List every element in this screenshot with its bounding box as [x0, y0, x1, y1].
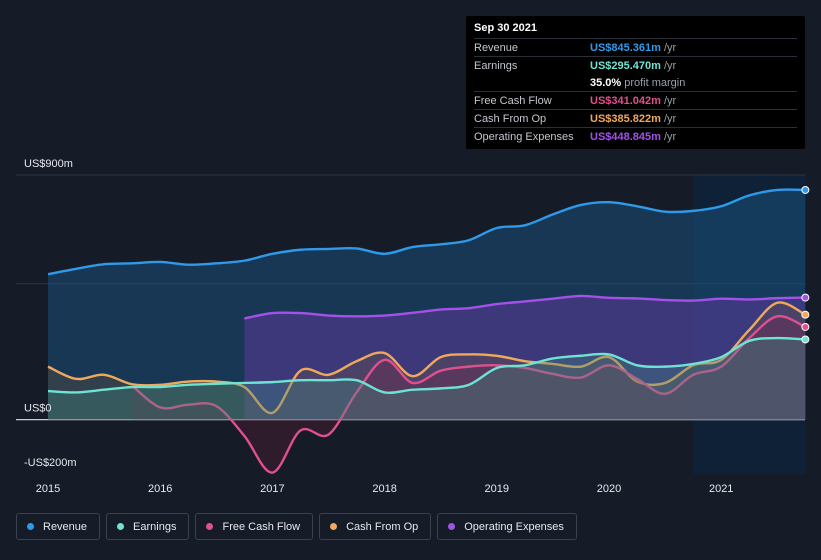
tooltip-row: Cash From Op US$385.822m/yr — [474, 109, 797, 127]
legend-dot-icon — [206, 523, 214, 530]
tooltip-row-unit: /yr — [663, 41, 677, 54]
legend-label: Operating Expenses — [464, 520, 564, 533]
legend-item-earnings[interactable]: Earnings — [106, 513, 190, 540]
tooltip-row: 35.0% profit margin — [474, 74, 797, 91]
legend-label: Cash From Op — [346, 520, 419, 533]
endpoint-earnings — [801, 335, 810, 344]
legend-label: Earnings — [133, 520, 177, 533]
tooltip-row-unit: /yr — [663, 94, 677, 107]
legend-item-revenue[interactable]: Revenue — [16, 513, 101, 540]
tooltip-row: Operating Expenses US$448.845m/yr — [474, 127, 797, 145]
tooltip-row-value: US$341.042m — [590, 94, 661, 107]
tooltip-row-value: US$385.822m — [590, 112, 661, 125]
legend: Revenue Earnings Free Cash Flow Cash From O… — [16, 513, 577, 542]
tooltip-row-label: Free Cash Flow — [474, 94, 552, 107]
legend-label: Revenue — [43, 520, 88, 533]
endpoint-cash-from-op — [801, 310, 810, 319]
tooltip-row-value: 35.0% — [590, 76, 622, 89]
x-tick-label: 2016 — [148, 483, 172, 495]
legend-dot-icon — [448, 523, 456, 530]
x-tick-label: 2018 — [372, 483, 396, 495]
tooltip-row-unit: profit margin — [624, 76, 686, 89]
tooltip-row-value: US$845.361m — [590, 41, 661, 54]
y-tick-label: US$900m — [24, 158, 73, 170]
legend-label: Free Cash Flow — [222, 520, 301, 533]
tooltip-row-unit: /yr — [663, 112, 677, 125]
legend-dot-icon — [117, 523, 125, 530]
endpoint-operating-expenses — [801, 293, 810, 302]
tooltip-row-unit: /yr — [663, 130, 677, 143]
tooltip-row-unit: /yr — [663, 59, 677, 72]
tooltip-row-label: Earnings — [474, 59, 518, 72]
tooltip-row-value: US$295.470m — [590, 59, 661, 72]
tooltip-row-value: US$448.845m — [590, 130, 661, 143]
x-tick-label: 2015 — [36, 483, 60, 495]
x-tick-label: 2021 — [709, 483, 733, 495]
tooltip-row-label: Cash From Op — [474, 112, 547, 125]
tooltip-row-label: Revenue — [474, 41, 519, 54]
x-tick-label: 2019 — [485, 483, 509, 495]
tooltip-row-label: Operating Expenses — [474, 130, 574, 143]
tooltip-row: Earnings US$295.470m/yr — [474, 56, 797, 74]
tooltip-date: Sep 30 2021 — [474, 22, 537, 34]
tooltip-row: Revenue US$845.361m/yr — [474, 38, 797, 56]
endpoint-free-cash-flow — [801, 322, 810, 331]
legend-item-free-cash-flow[interactable]: Free Cash Flow — [195, 513, 314, 540]
tooltip-panel: Sep 30 2021 Revenue US$845.361m/yr Earning… — [466, 16, 805, 149]
endpoint-revenue — [801, 185, 810, 194]
legend-item-operating-expenses[interactable]: Operating Expenses — [437, 513, 577, 540]
legend-dot-icon — [27, 523, 34, 530]
y-tick-label: US$0 — [24, 403, 52, 415]
x-tick-label: 2017 — [260, 483, 284, 495]
y-tick-label: -US$200m — [24, 457, 77, 469]
legend-item-cash-from-op[interactable]: Cash From Op — [319, 513, 432, 540]
tooltip-row: Free Cash Flow US$341.042m/yr — [474, 91, 797, 109]
x-tick-label: 2020 — [597, 483, 621, 495]
legend-dot-icon — [330, 523, 338, 530]
